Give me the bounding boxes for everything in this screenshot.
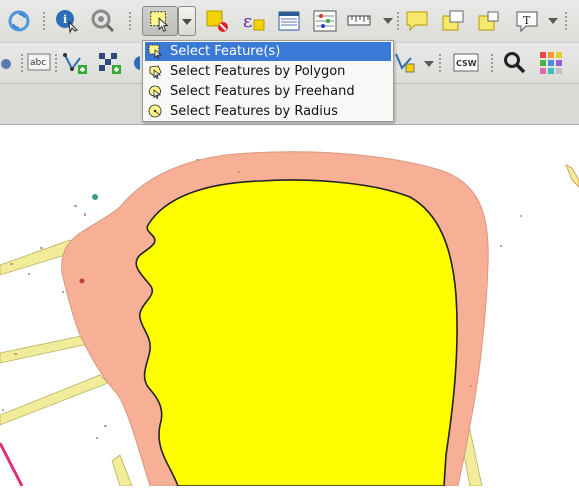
menu-item-label: Select Features by Radius <box>170 104 338 119</box>
deselect-icon[interactable] <box>204 8 230 34</box>
csw-icon[interactable]: CSW <box>452 50 480 76</box>
menu-item-label: Select Features by Polygon <box>170 64 346 79</box>
svg-text:T: T <box>523 14 531 27</box>
toolbar-separator <box>42 12 46 30</box>
form-annotation-icon[interactable] <box>440 8 466 34</box>
raster-add-icon[interactable] <box>96 50 122 76</box>
select-feature-icon <box>150 11 169 32</box>
grid-plugin-icon[interactable] <box>538 50 564 76</box>
menu-item-select-radius[interactable]: Select Features by Radius <box>145 102 391 121</box>
map-canvas[interactable] <box>0 125 579 487</box>
menu-item-select-features[interactable]: Select Feature(s) <box>145 42 391 61</box>
toolbar-separator <box>396 12 400 30</box>
toolbar-separator <box>490 54 494 72</box>
toolbar-separator <box>564 12 568 30</box>
add-vertex-icon[interactable] <box>62 50 88 76</box>
select-radius-icon <box>148 104 162 118</box>
node-tool-icon[interactable] <box>392 50 418 76</box>
html-annotation-icon[interactable] <box>476 8 502 34</box>
select-polygon-icon <box>149 65 162 79</box>
menu-item-label: Select Features by Freehand <box>170 84 355 99</box>
menu-item-select-freehand[interactable]: Select Features by Freehand <box>145 82 391 101</box>
select-rectangle-icon <box>148 44 163 59</box>
layer-icon[interactable] <box>128 50 140 76</box>
toolbar-separator <box>128 12 132 30</box>
text-annotation-icon[interactable]: T <box>514 8 540 34</box>
selected-feature <box>135 179 458 487</box>
menu-item-select-polygon[interactable]: Select Features by Polygon <box>145 62 391 81</box>
measure-dropdown-arrow[interactable] <box>383 17 393 25</box>
svg-text:i: i <box>63 13 67 26</box>
expression-select-icon[interactable]: ε <box>240 8 266 34</box>
toolbar-separator <box>20 54 24 72</box>
edit-tool-icon[interactable] <box>0 51 14 77</box>
main-toolbar: i ε T <box>0 0 579 43</box>
select-tool-dropdown-button[interactable] <box>178 6 196 36</box>
identify-icon[interactable]: i <box>54 8 80 34</box>
select-feature-button[interactable] <box>142 6 178 36</box>
toolbar-separator <box>438 54 442 72</box>
label-icon[interactable]: abc <box>26 50 52 76</box>
select-tool-menu: Select Feature(s) Select Features by Pol… <box>142 40 394 122</box>
menu-item-label: Select Feature(s) <box>170 44 281 59</box>
measure-icon[interactable] <box>346 8 372 34</box>
select-freehand-icon <box>148 85 162 99</box>
attribute-table-icon[interactable] <box>276 8 302 34</box>
zoom-settings-icon[interactable] <box>90 8 116 34</box>
search-icon[interactable] <box>502 50 528 76</box>
annotation-icon[interactable] <box>404 8 430 34</box>
svg-text:ε: ε <box>243 11 252 32</box>
abc-label-text: abc <box>30 58 46 68</box>
annotation-dropdown-arrow[interactable] <box>548 17 558 25</box>
node-dropdown-arrow[interactable] <box>424 60 434 68</box>
statistics-icon[interactable] <box>312 8 338 34</box>
csw-label-text: CSW <box>456 59 477 68</box>
refresh-icon[interactable] <box>6 8 32 34</box>
toolbar-separator <box>54 54 58 72</box>
